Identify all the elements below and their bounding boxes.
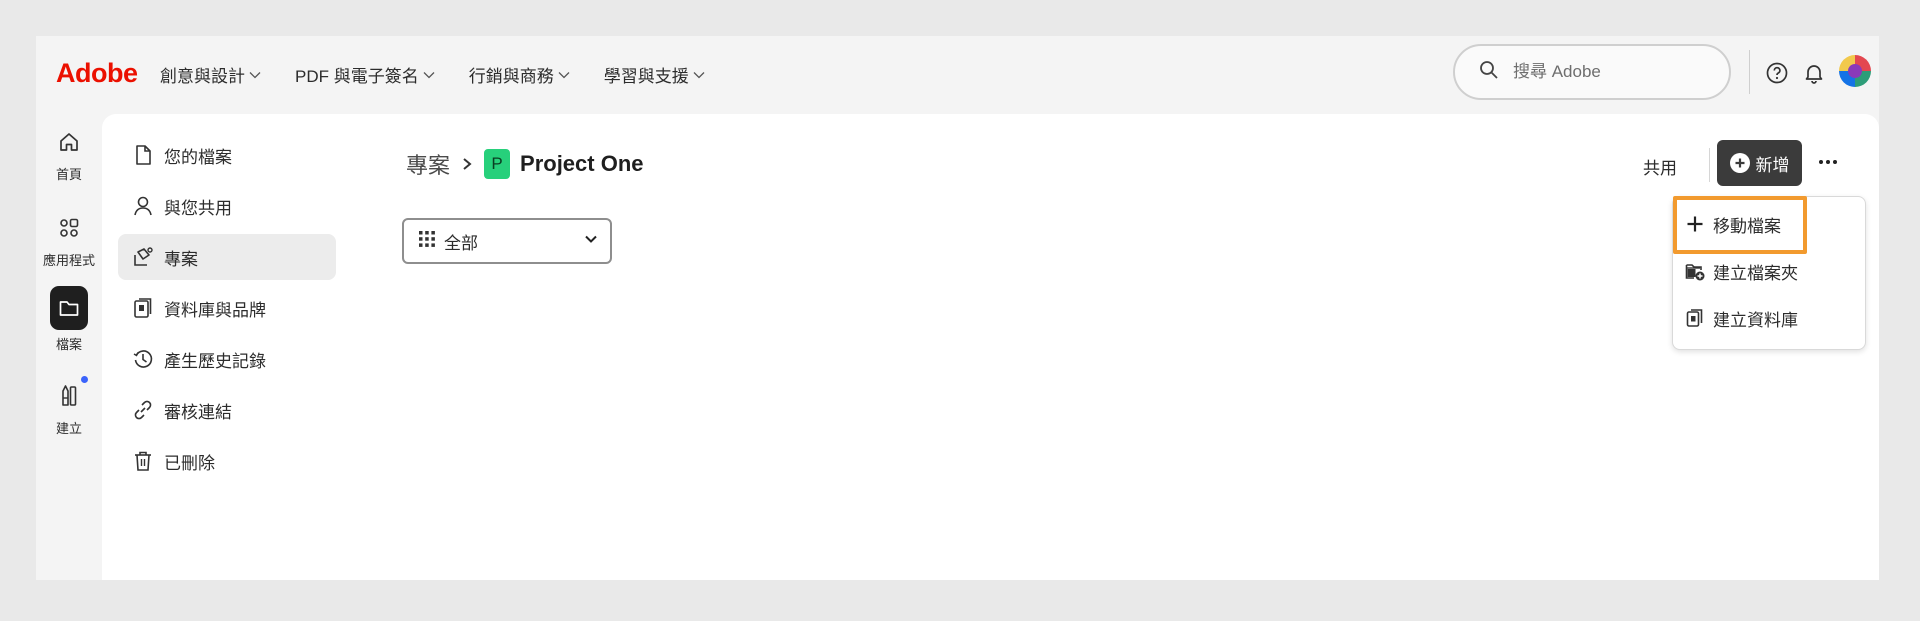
new-button[interactable]: 新增 [1717,140,1802,186]
rail-item-apps[interactable]: 應用程式 [36,210,102,269]
files-sidebar: 您的檔案 與您共用 專案 資料庫與品牌 產生歷史記錄 審核連結 已刪除 [118,132,336,489]
grid-icon [418,230,436,253]
left-rail: 首頁 應用程式 檔案 建立 [36,114,102,580]
nav-item-label: PDF 與電子簽名 [295,67,419,86]
rail-item-files[interactable]: 檔案 [36,286,102,353]
rail-item-create[interactable]: 建立 [36,376,102,437]
chevron-down-icon [423,71,435,79]
shared-user-icon [132,195,154,217]
filter-selected-value: 全部 [444,233,478,253]
menu-item-label: 建立資料庫 [1713,310,1798,330]
rail-item-label: 首頁 [55,167,82,182]
sidebar-item-review-links[interactable]: 審核連結 [118,387,336,433]
search-field[interactable] [1453,44,1731,100]
page-title: Project One [520,151,644,176]
divider [1709,148,1710,182]
folder-icon [50,286,88,330]
new-menu: 移動檔案 建立檔案夾 建立資料庫 [1672,196,1866,350]
link-icon [132,399,154,421]
divider [1749,50,1750,94]
rail-item-label: 建立 [55,421,82,436]
bell-icon[interactable] [1799,58,1829,88]
create-icon [51,378,87,414]
sidebar-item-generation-history[interactable]: 產生歷史記錄 [118,336,336,382]
plus-circle-icon [1729,153,1750,173]
adobe-logo[interactable]: Adobe [56,58,138,89]
chevron-right-icon [462,157,472,171]
top-navigation-bar: Adobe 創意與設計 PDF 與電子簽名 行銷與商務 學習與支援 [36,36,1879,114]
file-icon [132,144,154,166]
chevron-down-icon [558,71,570,79]
nav-item-creativity-design[interactable]: 創意與設計 [160,62,261,87]
breadcrumb-root-link[interactable]: 專案 [406,148,450,180]
help-icon[interactable] [1762,58,1792,88]
menu-item-move-file[interactable]: 移動檔案 [1685,206,1781,242]
main-nav: 創意與設計 PDF 與電子簽名 行銷與商務 學習與支援 [160,62,739,87]
rail-item-label: 檔案 [55,337,82,352]
apps-icon [51,210,87,246]
sidebar-item-label: 審核連結 [164,402,232,422]
new-folder-icon [1685,261,1705,281]
nav-item-label: 行銷與商務 [468,67,554,86]
menu-item-create-library[interactable]: 建立資料庫 [1685,300,1798,336]
chevron-down-icon [693,71,705,79]
nav-item-label: 創意與設計 [160,67,245,86]
library-icon [132,297,154,319]
app-window: Adobe 創意與設計 PDF 與電子簽名 行銷與商務 學習與支援 搜尋 Ado… [36,36,1879,580]
search-input[interactable] [1513,62,1713,82]
chevron-down-icon [249,71,261,79]
sidebar-item-projects[interactable]: 專案 [118,234,336,280]
nav-item-marketing-commerce[interactable]: 行銷與商務 [469,62,570,87]
library-icon [1685,308,1705,328]
sidebar-item-shared-with-you[interactable]: 與您共用 [118,183,336,229]
trash-icon [132,450,154,472]
sidebar-item-your-files[interactable]: 您的檔案 [118,132,336,178]
menu-item-label: 建立檔案夾 [1713,263,1798,283]
history-icon [132,348,154,370]
rail-item-label: 應用程式 [42,253,95,268]
sidebar-item-label: 產生歷史記錄 [164,351,266,371]
menu-item-create-folder[interactable]: 建立檔案夾 [1685,253,1798,289]
sidebar-item-label: 與您共用 [164,198,232,218]
sidebar-item-label: 您的檔案 [164,147,232,167]
sidebar-item-label: 已刪除 [164,453,215,473]
sidebar-item-label: 專案 [164,249,198,269]
project-badge: P [484,149,511,179]
more-options-icon[interactable] [1816,150,1840,174]
project-icon [132,246,154,268]
search-icon [1479,60,1499,85]
home-icon [51,124,87,160]
avatar[interactable] [1839,55,1871,87]
rail-item-home[interactable]: 首頁 [36,124,102,183]
filter-dropdown[interactable]: 全部 [402,218,612,264]
sidebar-item-label: 資料庫與品牌 [164,300,266,320]
nav-item-label: 學習與支援 [603,67,689,86]
menu-item-label: 移動檔案 [1713,216,1781,236]
plus-icon [1685,214,1705,234]
breadcrumb: 專案 P Project One [406,148,644,180]
nav-item-pdf-esign[interactable]: PDF 與電子簽名 [295,62,435,87]
chevron-down-icon [584,232,598,251]
new-button-label: 新增 [1755,155,1790,175]
sidebar-item-libraries-brands[interactable]: 資料庫與品牌 [118,285,336,331]
sidebar-item-deleted[interactable]: 已刪除 [118,438,336,484]
nav-item-learn-support[interactable]: 學習與支援 [604,62,705,87]
notification-dot [81,376,88,383]
main-panel: 您的檔案 與您共用 專案 資料庫與品牌 產生歷史記錄 審核連結 已刪除 專案 P… [102,114,1879,580]
share-button[interactable]: 共用 [1643,154,1677,179]
